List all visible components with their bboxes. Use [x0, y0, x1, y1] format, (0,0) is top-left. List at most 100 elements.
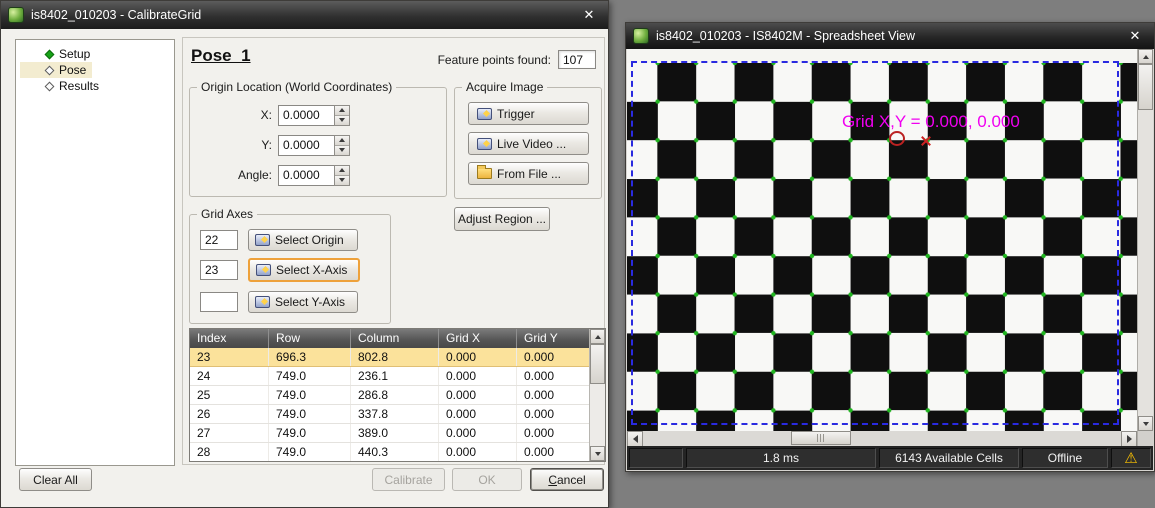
scrollbar-track[interactable] [643, 431, 1121, 447]
cell-grid-x: 0.000 [439, 386, 517, 404]
cancel-button[interactable]: Cancel [530, 468, 604, 491]
scroll-right-icon[interactable] [1121, 431, 1137, 447]
calibrate-grid-titlebar[interactable]: is8402_010203 - CalibrateGrid ✕ [1, 1, 608, 29]
scrollbar-track[interactable] [1138, 110, 1153, 416]
cell-grid-y: 0.000 [517, 386, 589, 404]
cell-grid-x: 0.000 [439, 367, 517, 385]
x-input[interactable] [278, 105, 334, 126]
col-header-grid-y[interactable]: Grid Y [517, 329, 589, 348]
app-icon [8, 7, 24, 23]
spin-down-icon[interactable] [335, 146, 349, 155]
col-header-row[interactable]: Row [269, 329, 351, 348]
tree-item-label: Results [59, 79, 99, 93]
close-icon[interactable]: ✕ [1123, 26, 1147, 46]
trigger-button[interactable]: Trigger [468, 102, 589, 125]
execution-time-segment: 1.8 ms [686, 448, 876, 468]
scroll-up-icon[interactable] [590, 329, 605, 344]
table-row[interactable]: 24 749.0 236.1 0.000 0.000 [190, 367, 589, 386]
horizontal-scrollbar[interactable] [627, 431, 1153, 447]
scrollbar-thumb[interactable] [590, 344, 605, 384]
cell-grid-x: 0.000 [439, 348, 517, 366]
button-label: From File ... [497, 167, 561, 181]
scroll-up-icon[interactable] [1138, 49, 1153, 64]
cell-column: 802.8 [351, 348, 439, 366]
origin-marker-circle[interactable] [889, 131, 905, 146]
spin-down-icon[interactable] [335, 116, 349, 125]
select-origin-button[interactable]: Select Origin [248, 229, 358, 251]
x-label: X: [200, 108, 272, 122]
scrollbar-thumb[interactable] [1138, 64, 1153, 110]
app-icon [633, 28, 649, 44]
scroll-down-icon[interactable] [1138, 416, 1153, 431]
table-row[interactable]: 27 749.0 389.0 0.000 0.000 [190, 424, 589, 443]
origin-marker-x-icon[interactable] [920, 135, 931, 146]
table-vertical-scrollbar[interactable] [589, 329, 605, 461]
table-row[interactable]: 26 749.0 337.8 0.000 0.000 [190, 405, 589, 424]
scroll-down-icon[interactable] [590, 446, 605, 461]
navigation-tree: Setup Pose Results [15, 39, 175, 466]
tree-item-pose[interactable]: Pose [20, 62, 92, 78]
cell-row: 749.0 [269, 386, 351, 404]
pose-panel: Pose 1 Feature points found: 107 Origin … [182, 37, 605, 465]
button-label: Trigger [497, 107, 535, 121]
grid-xy-overlay-label: Grid X,Y = 0.000, 0.000 [842, 112, 1020, 132]
y-axis-index-input[interactable] [200, 292, 238, 312]
spin-up-icon[interactable] [335, 166, 349, 176]
angle-spinner [278, 165, 350, 186]
feature-points-found: Feature points found: 107 [438, 50, 596, 69]
col-header-grid-x[interactable]: Grid X [439, 329, 517, 348]
available-cells-segment: 6143 Available Cells [879, 448, 1019, 468]
angle-input[interactable] [278, 165, 334, 186]
table-row[interactable]: 23 696.3 802.8 0.000 0.000 [190, 348, 589, 367]
vertical-scrollbar[interactable] [1137, 49, 1153, 431]
group-title: Origin Location (World Coordinates) [197, 80, 396, 94]
x-axis-index-input[interactable] [200, 260, 238, 280]
image-canvas[interactable]: Grid X,Y = 0.000, 0.000 [627, 49, 1153, 431]
origin-index-input[interactable] [200, 230, 238, 250]
table-row[interactable]: 25 749.0 286.8 0.000 0.000 [190, 386, 589, 405]
adjust-region-button[interactable]: Adjust Region ... [454, 207, 550, 231]
y-row: Y: [200, 134, 350, 156]
diamond-icon [45, 65, 55, 75]
live-video-button[interactable]: Live Video ... [468, 132, 589, 155]
select-y-axis-button[interactable]: Select Y-Axis [248, 291, 358, 313]
status-message-segment [629, 448, 683, 468]
diamond-icon [45, 81, 55, 91]
spreadsheet-view-window: is8402_010203 - IS8402M - Spreadsheet Vi… [625, 22, 1155, 472]
cell-row: 749.0 [269, 443, 351, 461]
y-input[interactable] [278, 135, 334, 156]
clear-all-button[interactable]: Clear All [19, 468, 92, 491]
cell-column: 389.0 [351, 424, 439, 442]
tree-item-setup[interactable]: Setup [20, 46, 96, 62]
select-icon [256, 264, 271, 276]
button-label: Select X-Axis [276, 263, 347, 277]
scrollbar-track[interactable] [590, 384, 605, 446]
ok-button: OK [452, 468, 522, 491]
angle-label: Angle: [200, 168, 272, 182]
scrollbar-corner [1137, 431, 1153, 447]
feature-points-label: Feature points found: [438, 53, 551, 67]
spin-up-icon[interactable] [335, 106, 349, 116]
col-header-column[interactable]: Column [351, 329, 439, 348]
select-x-axis-button[interactable]: Select X-Axis [248, 258, 360, 282]
scrollbar-thumb[interactable] [791, 431, 851, 445]
cell-row: 749.0 [269, 405, 351, 423]
tree-item-label: Pose [59, 63, 86, 77]
cell-row: 749.0 [269, 424, 351, 442]
spin-down-icon[interactable] [335, 176, 349, 185]
group-title: Acquire Image [462, 80, 547, 94]
tree-item-label: Setup [59, 47, 90, 61]
spreadsheet-titlebar[interactable]: is8402_010203 - IS8402M - Spreadsheet Vi… [626, 23, 1154, 49]
table-row[interactable]: 28 749.0 440.3 0.000 0.000 [190, 443, 589, 461]
col-header-index[interactable]: Index [190, 329, 269, 348]
pose-heading: Pose 1 [191, 46, 251, 66]
from-file-button[interactable]: From File ... [468, 162, 589, 185]
close-icon[interactable]: ✕ [577, 5, 601, 25]
cell-column: 286.8 [351, 386, 439, 404]
spin-up-icon[interactable] [335, 136, 349, 146]
calibrate-button: Calibrate [372, 468, 445, 491]
feature-points-table: Index Row Column Grid X Grid Y 23 696.3 … [189, 328, 606, 462]
scroll-left-icon[interactable] [627, 431, 643, 447]
tree-item-results[interactable]: Results [20, 78, 105, 94]
warning-icon[interactable]: ⚠ [1111, 448, 1151, 468]
